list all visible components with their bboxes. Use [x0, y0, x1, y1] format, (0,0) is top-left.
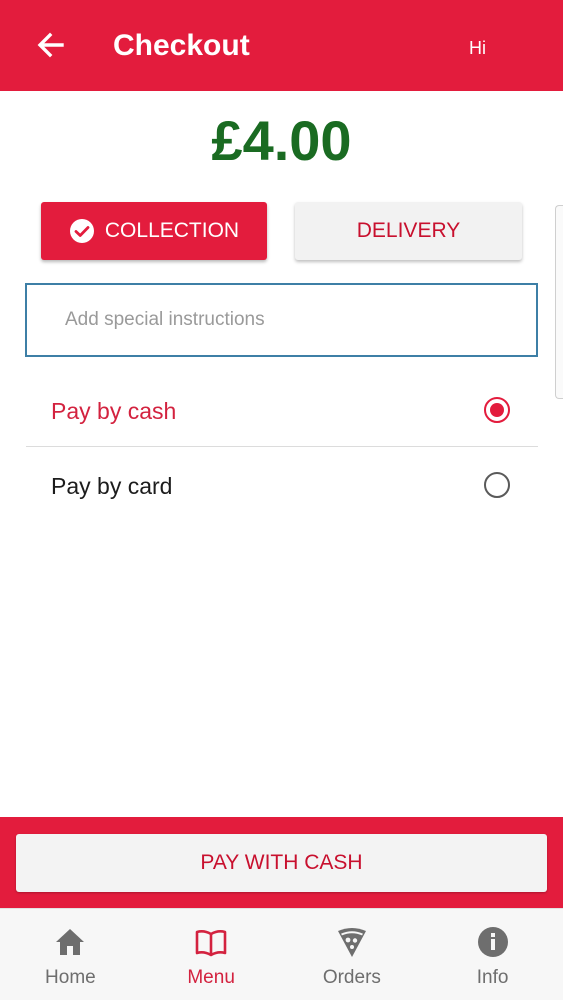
- bottom-navigation: Home Menu Orders Info: [0, 908, 563, 1000]
- pay-by-card-label: Pay by card: [51, 473, 173, 499]
- pay-by-card-option[interactable]: Pay by card: [26, 448, 538, 522]
- info-icon: [476, 925, 510, 959]
- pay-by-cash-label: Pay by cash: [51, 398, 177, 424]
- collection-label: COLLECTION: [104, 219, 240, 242]
- check-circle-icon: [69, 218, 95, 244]
- nav-label-menu: Menu: [187, 967, 235, 988]
- pay-by-cash-option[interactable]: Pay by cash: [26, 373, 538, 447]
- pizza-slice-icon: [335, 925, 369, 959]
- home-icon: [53, 925, 87, 959]
- delivery-button[interactable]: DELIVERY: [295, 202, 522, 260]
- nav-label-info: Info: [476, 967, 509, 988]
- pay-by-card-radio[interactable]: [484, 472, 510, 498]
- pay-with-cash-button[interactable]: PAY WITH CASH: [16, 834, 547, 892]
- back-arrow-icon[interactable]: [34, 28, 68, 62]
- page-title: Checkout: [113, 29, 250, 62]
- delivery-label: DELIVERY: [356, 219, 461, 242]
- nav-item-orders[interactable]: Orders: [282, 909, 423, 1000]
- nav-item-menu[interactable]: Menu: [141, 909, 282, 1000]
- collection-button[interactable]: COLLECTION: [41, 202, 267, 260]
- app-bar: Checkout Hi: [0, 0, 563, 91]
- pay-by-cash-radio[interactable]: [484, 397, 510, 423]
- book-icon: [194, 925, 228, 959]
- nav-label-orders: Orders: [322, 967, 381, 988]
- order-total: £4.00: [211, 109, 352, 172]
- nav-item-info[interactable]: Info: [422, 909, 563, 1000]
- nav-label-home: Home: [45, 967, 96, 988]
- nav-item-home[interactable]: Home: [0, 909, 141, 1000]
- user-greeting: Hi: [469, 38, 486, 58]
- special-instructions-input[interactable]: [25, 283, 538, 357]
- scroll-indicator: [555, 205, 563, 399]
